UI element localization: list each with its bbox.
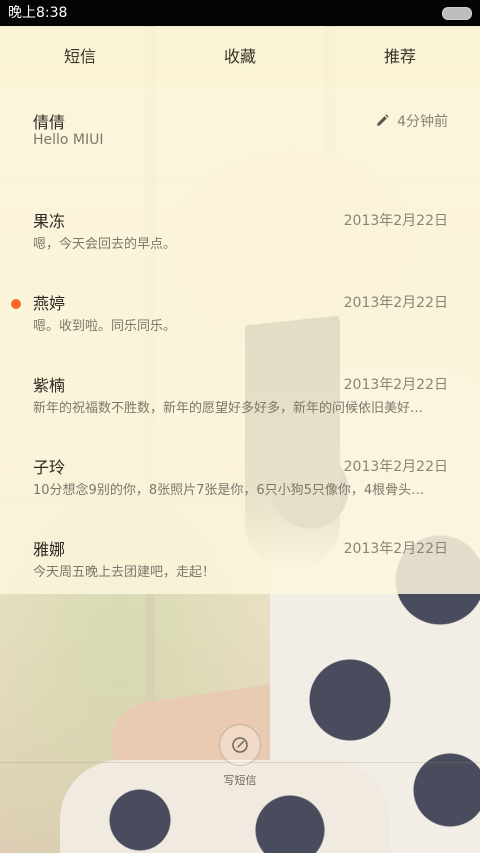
conversation-row[interactable]: 紫楠 新年的祝福数不胜数，新年的愿望好多好多，新年的问候依旧美好… 2013年2… xyxy=(0,348,480,430)
contact-name: 雅娜 xyxy=(33,540,66,559)
conversation-row[interactable]: 果冻 嗯，今天会回去的早点。 2013年2月22日 xyxy=(0,184,480,266)
contact-name: 紫楠 xyxy=(33,376,66,395)
message-preview: 10分想念9别的你，8张照片7张是你，6只小狗5只像你，4根骨头… xyxy=(33,483,425,498)
message-time: 4分钟前 xyxy=(375,111,448,131)
message-preview: 今天周五晚上去团建吧，走起！ xyxy=(33,565,216,580)
compose-icon xyxy=(219,724,261,766)
conversation-row[interactable]: 燕婷 嗯。收到啦。同乐同乐。 2013年2月22日 xyxy=(0,266,480,348)
pencil-icon xyxy=(377,114,389,126)
unread-indicator xyxy=(11,299,21,309)
message-time: 2013年2月22日 xyxy=(343,295,448,311)
message-time: 2013年2月22日 xyxy=(343,213,448,229)
conversation-row[interactable]: 子玲 10分想念9别的你，8张照片7张是你，6只小狗5只像你，4根骨头… 201… xyxy=(0,430,480,512)
tab-bar: 短信 收藏 推荐 xyxy=(0,27,480,87)
battery-icon xyxy=(442,7,472,20)
tab-favorites[interactable]: 收藏 xyxy=(160,27,320,87)
message-preview: 新年的祝福数不胜数，新年的愿望好多好多，新年的问候依旧美好… xyxy=(33,401,424,416)
message-time: 2013年2月22日 xyxy=(343,459,448,475)
contact-name: 燕婷 xyxy=(33,294,66,313)
message-preview: 嗯，今天会回去的早点。 xyxy=(33,237,177,252)
message-preview: 嗯。收到啦。同乐同乐。 xyxy=(33,319,177,334)
tab-recommended[interactable]: 推荐 xyxy=(320,27,480,87)
contact-name: 倩倩 xyxy=(33,113,66,132)
status-bar: 晚上8:38 xyxy=(0,0,480,26)
tab-messages[interactable]: 短信 xyxy=(0,27,160,87)
message-time: 2013年2月22日 xyxy=(343,541,448,557)
message-time: 2013年2月22日 xyxy=(343,377,448,393)
compose-button[interactable]: 写短信 xyxy=(210,724,270,796)
contact-name: 子玲 xyxy=(33,458,66,477)
conversation-list: 倩倩 Hello MIUI 4分钟前 果冻 嗯，今天会回去的早点。 2013年2… xyxy=(0,87,480,594)
compose-label: 写短信 xyxy=(223,774,257,787)
time-label: 4分钟前 xyxy=(397,114,448,130)
conversation-row[interactable]: 雅娜 今天周五晚上去团建吧，走起！ 2013年2月22日 xyxy=(0,512,480,594)
conversation-row[interactable]: 倩倩 Hello MIUI 4分钟前 xyxy=(0,87,480,184)
message-preview: Hello MIUI xyxy=(33,132,104,148)
contact-name: 果冻 xyxy=(33,212,66,231)
status-time: 晚上8:38 xyxy=(8,5,68,21)
